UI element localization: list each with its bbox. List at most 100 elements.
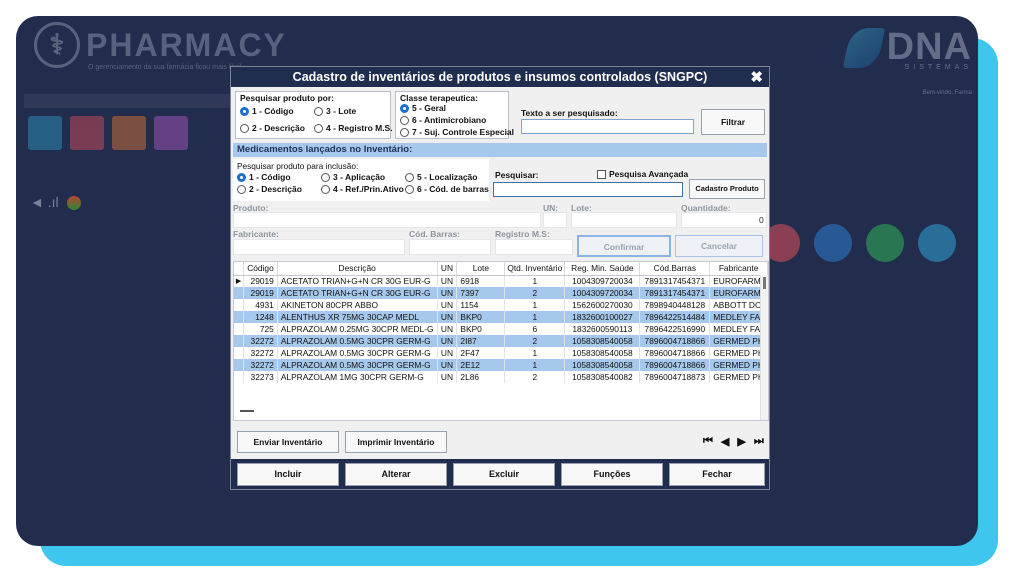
table-cell: 7891317454371 [639,275,711,287]
table-cell: ALENTHUS XR 75MG 30CAP MEDL [277,311,438,323]
radio-incl-code[interactable]: 1 - Código [237,172,291,182]
table-row[interactable]: 32272 ALPRAZOLAM 0.5MG 30CPR GERM-G UN 2F47… [234,347,768,359]
table-cell: UN [437,287,458,299]
radio-icon [400,115,409,125]
radio-class-antimicrobial[interactable]: 6 - Antimicrobiano [400,115,486,125]
previous-record-icon[interactable]: ◀ [721,435,729,448]
advanced-search-checkbox[interactable]: Pesquisa Avançada [597,169,688,179]
col-lote[interactable]: Lote [456,262,506,276]
row-indicator-icon [234,287,245,299]
dialog-title: Cadastro de inventários de produtos e in… [292,70,708,84]
table-cell: 7896004718873 [639,371,711,383]
table-cell: 7896004718866 [639,347,711,359]
radio-icon [400,127,409,137]
table-row[interactable]: 725 ALPRAZOLAM 0.25MG 30CPR MEDL-G UN BKP0 6… [234,323,768,335]
table-cell: GERMED PH [709,359,768,371]
table-cell: 7896004718866 [639,359,711,371]
print-inventory-button[interactable]: Imprimir Inventário [345,431,447,453]
table-row[interactable]: 29019 ACETATO TRIAN+G+N CR 30G EUR-G UN 739… [234,287,768,299]
manufacturer-field[interactable] [233,239,405,255]
radio-class-special[interactable]: 7 - Suj. Controle Especial [400,127,514,137]
dna-tag: Bem-vindo, Farma [922,90,972,96]
table-row[interactable]: ▶ 29019 ACETATO TRIAN+G+N CR 30G EUR-G UN 69… [234,275,768,287]
manufacturer-label: Fabricante: [233,229,279,239]
barcode-label: Cód. Barras: [409,229,461,239]
un-field[interactable] [543,212,567,228]
table-cell: 29019 [243,287,278,299]
radio-incl-reference[interactable]: 4 - Ref./Prin.Ativo [321,184,404,194]
quantity-field[interactable] [681,212,767,228]
scrollbar-thumb[interactable] [763,277,766,289]
product-field[interactable] [233,212,541,228]
table-cell: GERMED PH [709,347,768,359]
search-by-label: Pesquisar produto por: [240,93,334,103]
table-cell: 7896422516990 [639,323,711,335]
row-indicator-icon [234,335,245,347]
table-row[interactable]: 32272 ALPRAZOLAM 0.5MG 30CPR GERM-G UN 2I87… [234,335,768,347]
table-cell: 32272 [243,359,278,371]
background-status: ◄ .ıl [30,194,81,211]
confirm-button[interactable]: Confirmar [577,235,671,257]
radio-icon [314,123,323,133]
radio-selected-icon [400,103,409,113]
search-text-input[interactable] [521,119,694,134]
functions-button[interactable]: Funções [561,463,663,486]
table-row[interactable]: 32273 ALPRAZOLAM 1MG 30CPR GERM-G UN 2L86 2 1… [234,371,768,383]
delete-button[interactable]: Excluir [453,463,555,486]
radio-incl-location[interactable]: 5 - Localização [405,172,477,182]
edit-button[interactable]: Alterar [345,463,447,486]
filter-button[interactable]: Filtrar [701,109,765,135]
table-cell: EUROFARM [709,287,768,299]
close-icon[interactable]: ✖ [750,68,763,88]
table-cell: 2I87 [456,335,506,347]
register-product-button[interactable]: Cadastro Produto [689,179,765,199]
radio-incl-application[interactable]: 3 - Aplicação [321,172,385,182]
row-indicator-icon [234,371,245,383]
col-fabricante[interactable]: Fabricante [709,262,768,276]
table-row[interactable]: 1248 ALENTHUS XR 75MG 30CAP MEDL UN BKP0 1 18… [234,311,768,323]
background-tiles [28,116,188,150]
registry-field[interactable] [495,239,573,255]
search-text-label: Texto a ser pesquisado: [521,108,618,118]
send-inventory-button[interactable]: Enviar Inventário [237,431,339,453]
table-cell: 2 [504,335,566,347]
radio-search-description[interactable]: 2 - Descrição [240,123,305,133]
table-cell: 1004309720034 [564,275,641,287]
row-indicator-icon [234,347,245,359]
row-indicator-icon [234,323,245,335]
radio-incl-description[interactable]: 2 - Descrição [237,184,302,194]
vertical-scrollbar[interactable] [760,275,768,420]
radio-class-general[interactable]: 5 - Geral [400,103,446,113]
table-row[interactable]: 32272 ALPRAZOLAM 0.5MG 30CPR GERM-G UN 2E12… [234,359,768,371]
search-by-group: Pesquisar produto por: 1 - Código 3 - Lo… [235,91,393,139]
inclusion-search-input[interactable] [493,182,683,197]
radio-incl-barcode[interactable]: 6 - Cód. de barras [405,184,489,194]
radio-selected-icon [240,106,249,116]
last-record-icon[interactable]: ⏭ [754,435,764,448]
next-record-icon[interactable]: ▶ [737,435,745,448]
radio-search-code[interactable]: 1 - Código [240,106,294,116]
dna-sub: SISTEMAS [904,64,972,71]
col-codigo[interactable]: Código [243,262,278,276]
table-row[interactable]: 4931 AKINETON 80CPR ABBO UN 1154 1 1562600270… [234,299,768,311]
table-cell: ABBOTT DC [709,299,768,311]
radio-search-lote[interactable]: 3 - Lote [314,106,356,116]
grid-footer-marker [240,410,254,412]
lote-field[interactable] [571,212,677,228]
col-un[interactable]: UN [437,262,458,276]
col-descricao[interactable]: Descrição [277,262,438,276]
cancel-button[interactable]: Cancelar [675,235,763,257]
col-barras[interactable]: Cód.Barras [639,262,711,276]
radio-search-registry[interactable]: 4 - Registro M.S. [314,123,393,133]
col-qtd[interactable]: Qtd. Inventário [504,262,566,276]
barcode-field[interactable] [409,239,491,255]
include-button[interactable]: Incluir [237,463,339,486]
col-reg[interactable]: Reg. Min. Saúde [564,262,641,276]
table-cell: 1058308540058 [564,347,641,359]
table-cell: 1832600590113 [564,323,641,335]
radio-icon [321,172,330,182]
background-shortcuts [762,224,956,262]
radio-selected-icon [237,172,246,182]
close-button[interactable]: Fechar [669,463,765,486]
first-record-icon[interactable]: ⏮ [703,435,713,448]
